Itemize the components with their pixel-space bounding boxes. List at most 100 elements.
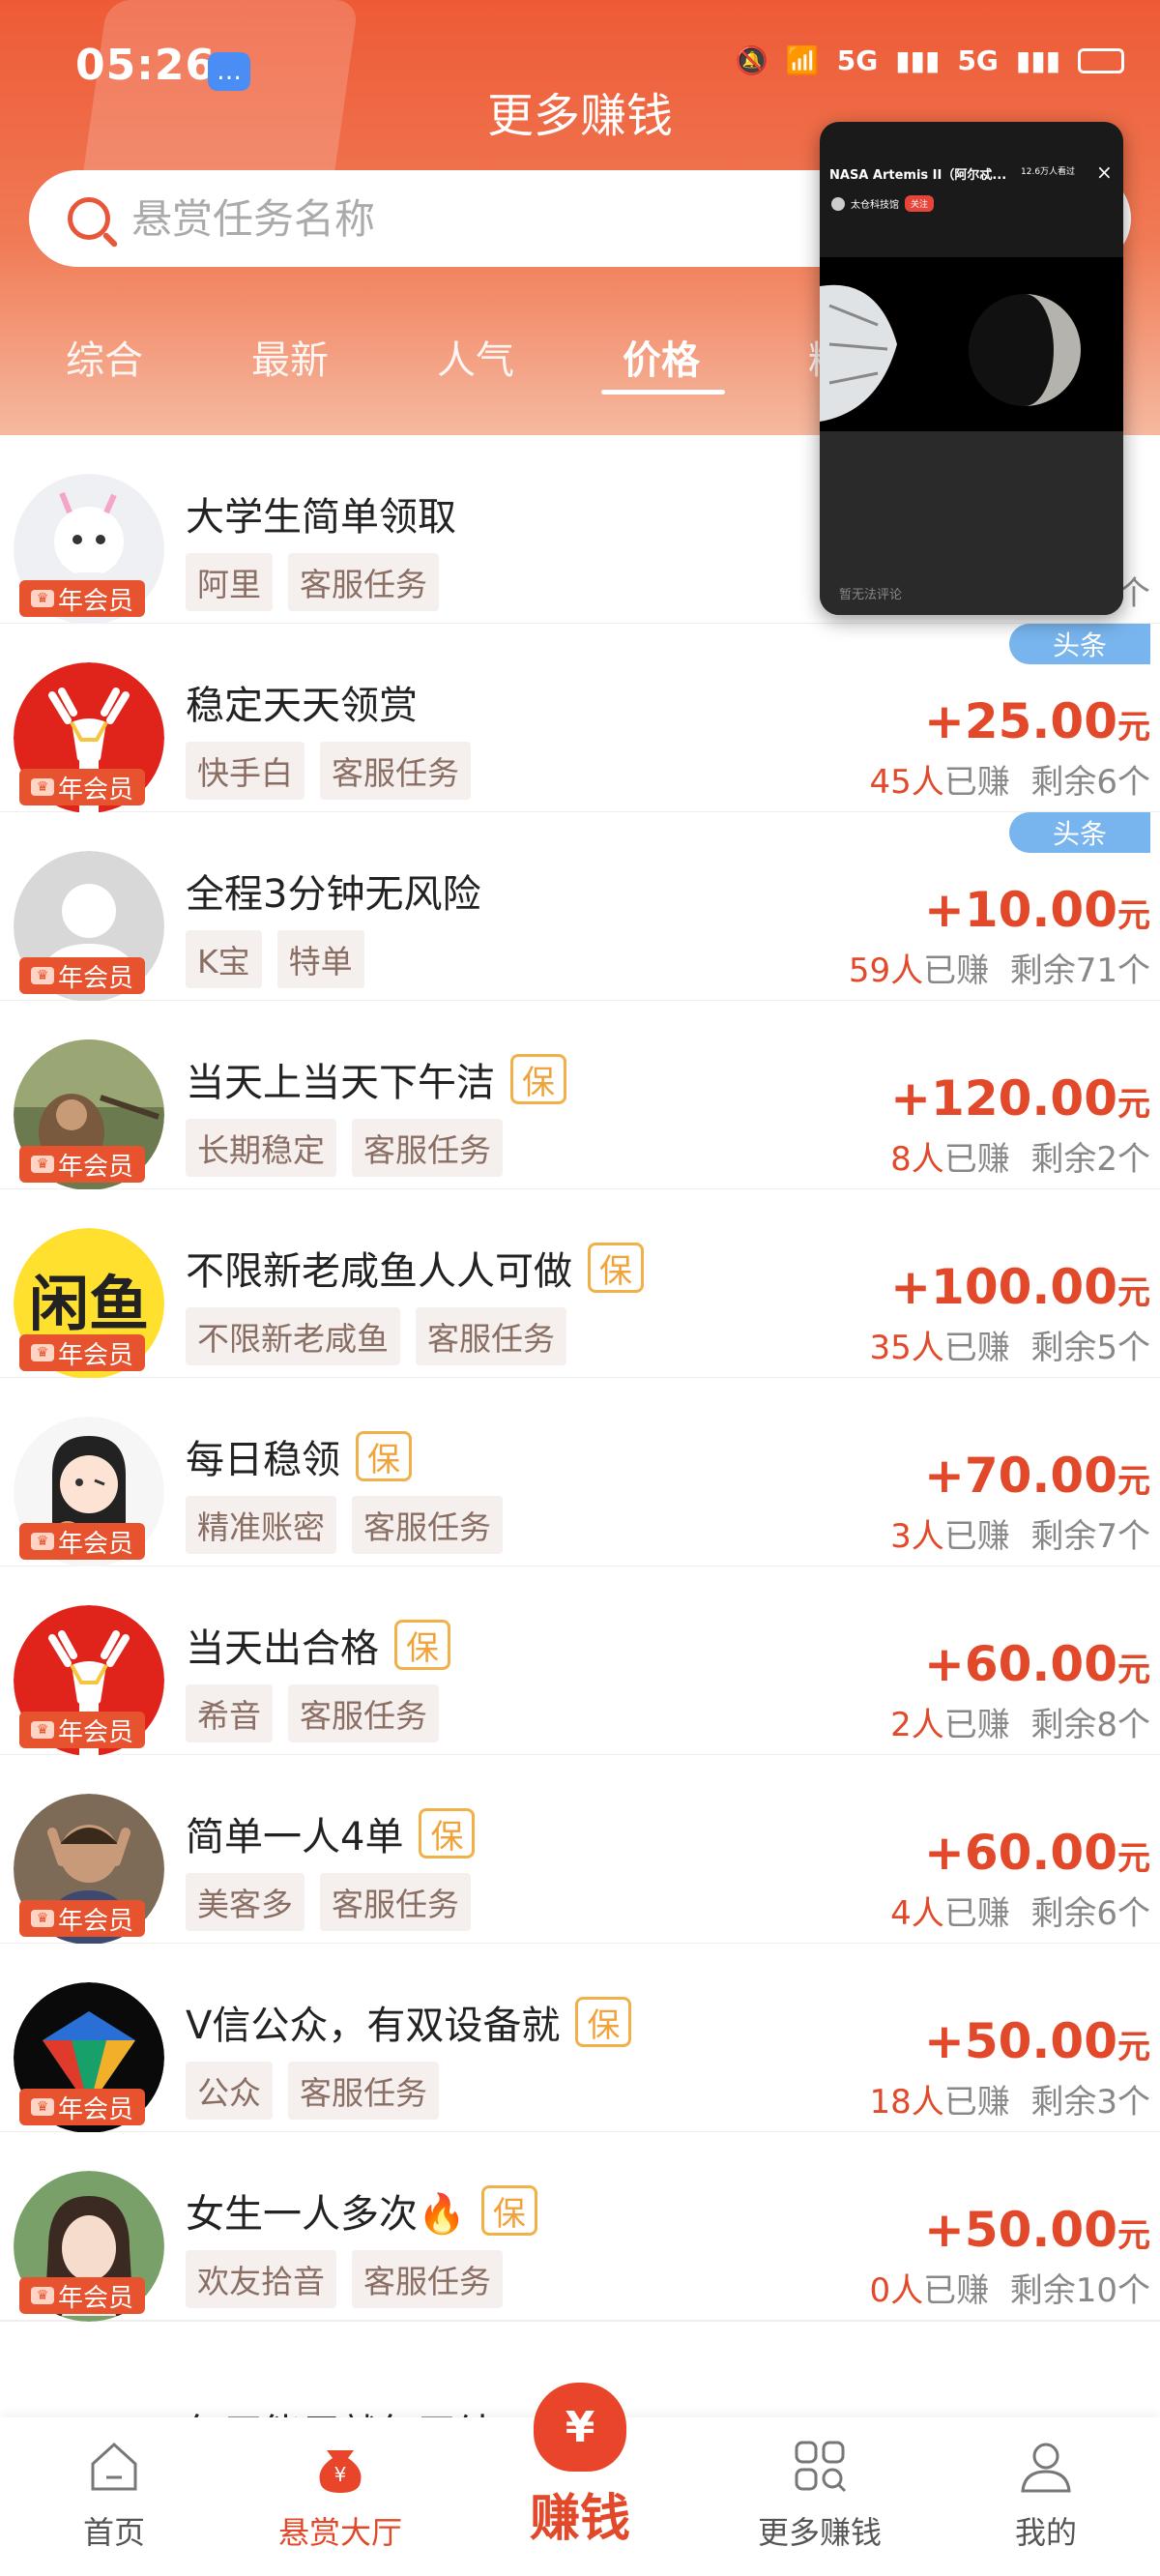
task-tag: 阿里: [186, 553, 273, 611]
price-unit: 元: [1117, 708, 1150, 746]
remaining-count: 剩余2个: [1030, 1140, 1150, 1179]
toutiao-badge: 头条: [1009, 624, 1150, 664]
price-value: +60.00: [923, 1636, 1117, 1692]
nav-more-label: 更多赚钱: [757, 2514, 882, 2551]
close-icon[interactable]: ×: [1096, 161, 1113, 184]
task-tag: 希音: [186, 1684, 273, 1742]
earned-label: 已赚: [943, 1517, 1010, 1556]
task-row[interactable]: 头条 ♛ 年会员 稳定天天领赏 快手白 客服任务 +25.00元 45人已赚 剩余6个: [0, 624, 1160, 813]
task-row[interactable]: ♛ 年会员 当天上当天下午洁保长期稳定 客服任务 +120.00元 8人已赚 剩余2个: [0, 1001, 1160, 1190]
task-title: V信公众，有双设备就保: [186, 1994, 632, 2050]
bottom-navigation: 首页 ¥ 悬赏大厅 ¥ 赚钱 更多赚钱 我的: [0, 2383, 1160, 2576]
crown-icon: ♛: [30, 1533, 54, 1550]
vip-badge: ♛ 年会员: [19, 957, 145, 994]
task-stats: 8人已赚 剩余2个: [890, 1132, 1150, 1180]
remaining-count: 剩余3个: [1030, 2083, 1150, 2122]
price-unit: 元: [1117, 2216, 1150, 2255]
price-value: +25.00: [923, 693, 1117, 749]
tab-latest[interactable]: 最新: [251, 329, 329, 385]
tab-popularity[interactable]: 人气: [437, 329, 514, 385]
tab-comprehensive[interactable]: 综合: [66, 329, 143, 385]
task-stats: 2人已赚 剩余8个: [890, 1698, 1150, 1745]
task-price: +50.00元: [924, 2202, 1150, 2258]
nav-mine[interactable]: 我的: [969, 2437, 1123, 2553]
search-input[interactable]: [131, 194, 711, 243]
task-row[interactable]: 闲鱼 ♛ 年会员 不限新老咸鱼人人可做保不限新老咸鱼 客服任务 +100.00元 35人已赚…: [0, 1189, 1160, 1379]
earned-count: 45人: [869, 763, 944, 802]
video-title: NASA Artemis II（阿尔忒...: [829, 168, 1007, 183]
crown-icon: ♛: [30, 1344, 54, 1361]
task-title: 大学生简单领取: [186, 485, 456, 542]
price-unit: 元: [1117, 2028, 1150, 2066]
guarantee-badge: 保: [575, 1997, 632, 2047]
earned-count: 2人: [890, 1706, 944, 1744]
nav-reward-hall[interactable]: ¥ 悬赏大厅: [263, 2437, 418, 2553]
nav-home[interactable]: 首页: [37, 2437, 191, 2553]
task-tag: 美客多: [186, 1873, 304, 1931]
task-row[interactable]: 头条 ♛ 年会员 全程3分钟无风险 K宝 特单 +10.00元 59人已赚 剩余71个: [0, 812, 1160, 1002]
task-row[interactable]: ♛ 年会员 女生一人多次🔥 保欢友拾音 客服任务 +50.00元 0人已赚 剩余10个: [0, 2132, 1160, 2322]
floating-video-window[interactable]: NASA Artemis II（阿尔忒... 12.6万人看过 × 太仓科技馆 …: [820, 122, 1123, 615]
earned-count: 3人: [890, 1517, 944, 1556]
price-value: +50.00: [923, 2202, 1117, 2258]
earned-count: 59人: [848, 951, 924, 990]
task-tags: 精准账密 客服任务: [186, 1496, 503, 1554]
price-value: +100.00: [890, 1259, 1117, 1315]
vip-label: 年会员: [57, 2094, 133, 2124]
task-tags: 公众 客服任务: [186, 2062, 439, 2120]
vip-label: 年会员: [57, 1906, 133, 1936]
earned-label: 已赚: [923, 2271, 990, 2310]
signal-bars-icon: ▮▮▮: [1015, 44, 1061, 76]
task-price: +70.00元: [924, 1448, 1150, 1504]
channel-avatar-icon: [831, 196, 845, 211]
vip-label: 年会员: [57, 963, 133, 993]
search-icon: [68, 197, 110, 240]
task-title: 当天出合格保: [186, 1617, 450, 1673]
task-row[interactable]: ♛ 年会员 简单一人4单保美客多 客服任务 +60.00元 4人已赚 剩余6个: [0, 1755, 1160, 1945]
price-unit: 元: [1117, 1462, 1150, 1501]
task-title-text: 不限新老咸鱼人人可做: [186, 1249, 572, 1294]
task-tags: 美客多 客服任务: [186, 1873, 471, 1931]
task-row[interactable]: ♛ 年会员 每日稳领保精准账密 客服任务 +70.00元 3人已赚 剩余7个: [0, 1378, 1160, 1567]
task-stats: 45人已赚 剩余6个: [869, 755, 1150, 803]
price-value: +50.00: [923, 2013, 1117, 2069]
task-row[interactable]: ♛ 年会员 V信公众，有双设备就保公众 客服任务 +50.00元 18人已赚 剩余3个: [0, 1944, 1160, 2133]
task-stats: 59人已赚 剩余71个: [849, 944, 1150, 991]
price-value: +120.00: [890, 1070, 1117, 1127]
crown-icon: ♛: [30, 2098, 54, 2116]
task-tags: 希音 客服任务: [186, 1684, 439, 1742]
price-unit: 元: [1117, 1085, 1150, 1124]
task-title-text: 当天上当天下午洁: [186, 1061, 495, 1105]
task-stats: 35人已赚 剩余5个: [869, 1321, 1150, 1368]
vip-label: 年会员: [57, 1529, 133, 1559]
mute-bell-icon: 🔕: [735, 44, 768, 76]
vip-badge: ♛ 年会员: [19, 1712, 145, 1748]
svg-text:¥: ¥: [334, 2463, 347, 2486]
task-tag: 客服任务: [320, 1873, 471, 1931]
guarantee-badge: 保: [356, 1431, 412, 1481]
vip-label: 年会员: [57, 1717, 133, 1747]
nav-earn[interactable]: ¥ 赚钱: [503, 2383, 657, 2566]
task-tag: 客服任务: [288, 553, 439, 611]
grid-search-icon: [791, 2437, 849, 2495]
nav-more-earn[interactable]: 更多赚钱: [742, 2437, 897, 2553]
remaining-count: 剩余71个: [1009, 951, 1150, 990]
follow-button[interactable]: 关注: [905, 195, 935, 212]
task-tags: 长期稳定 客服任务: [186, 1119, 503, 1177]
task-price: +100.00元: [890, 1259, 1150, 1315]
task-tag: 精准账密: [186, 1496, 336, 1554]
earned-count: 18人: [869, 2083, 944, 2122]
vip-badge: ♛ 年会员: [19, 1334, 145, 1371]
price-unit: 元: [1117, 896, 1150, 935]
remaining-count: 剩余5个: [1030, 1329, 1150, 1367]
task-title-text: 女生一人多次🔥: [186, 2192, 466, 2237]
vip-label: 年会员: [57, 586, 133, 616]
guarantee-badge: 保: [419, 1808, 476, 1859]
task-row[interactable]: ♛ 年会员 当天出合格保希音 客服任务 +60.00元 2人已赚 剩余8个: [0, 1566, 1160, 1756]
task-title: 当天上当天下午洁保: [186, 1051, 566, 1107]
video-viewers: 12.6万人看过: [1021, 167, 1076, 177]
task-stats: 3人已赚 剩余7个: [890, 1509, 1150, 1557]
task-price: +50.00元: [924, 2013, 1150, 2069]
tab-price[interactable]: 价格: [623, 329, 700, 385]
video-player[interactable]: [820, 257, 1123, 431]
